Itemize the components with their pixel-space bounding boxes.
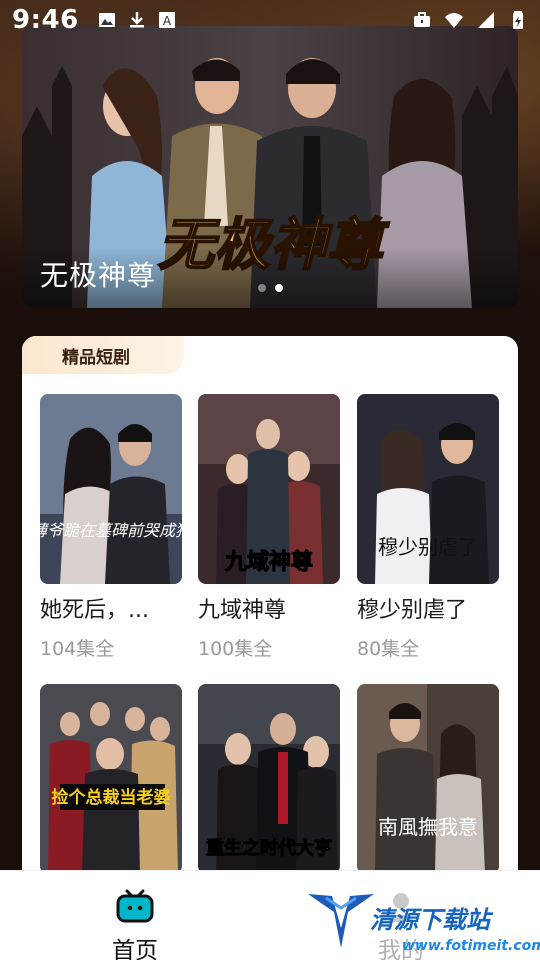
drama-title: 她死后，... [40, 598, 149, 623]
drama-title: 穆少别虐了 [357, 598, 468, 623]
banner-dot[interactable] [258, 284, 266, 292]
drama-thumbnail[interactable]: 穆少别虐了 [357, 394, 499, 584]
wifi-icon [445, 13, 463, 28]
nav-home-label: 首页 [112, 938, 158, 960]
battery-icon [513, 11, 523, 29]
briefcase-icon [414, 12, 430, 27]
drama-thumbnail[interactable]: 南風撫我意 [357, 684, 499, 874]
drama-poster-text: 穆少别虐了 [378, 535, 478, 559]
drama-thumbnail[interactable]: 九域神尊 [198, 394, 340, 584]
drama-poster-text: 南風撫我意 [378, 815, 478, 839]
drama-poster-text: 九域神尊 [224, 549, 313, 575]
drama-item[interactable]: 捡个总裁当老婆 [40, 684, 182, 874]
download-icon [129, 12, 144, 28]
drama-title: 九域神尊 [198, 598, 287, 623]
svg-text:A: A [163, 14, 172, 28]
status-time: 9:46 [12, 5, 79, 35]
nav-mine-label: 我的 [378, 938, 424, 960]
signal-icon [478, 12, 494, 28]
banner-dot-active[interactable] [275, 284, 283, 292]
status-bar: 9:46 A [0, 0, 540, 40]
nav-mine[interactable]: 我的 [364, 889, 438, 960]
drama-item[interactable]: 九域神尊 九域神尊 100集全 [198, 394, 340, 661]
drama-thumbnail[interactable]: 薄爷跪在墓碑前哭成狗 [40, 394, 182, 584]
font-icon: A [158, 12, 175, 28]
drama-item[interactable]: 重生之时代大亨 [198, 684, 340, 874]
content-card: 精品短剧 薄爷跪在墓碑前哭成狗 她死后，... 104集全 [22, 336, 518, 896]
drama-item[interactable]: 穆少别虐了 穆少别虐了 80集全 [357, 394, 499, 661]
drama-thumbnail[interactable]: 捡个总裁当老婆 [40, 684, 182, 874]
section-tab[interactable]: 精品短剧 [22, 336, 184, 374]
drama-poster-text: 薄爷跪在墓碑前哭成狗 [40, 521, 182, 540]
bottom-navigation: 首页 我的 [0, 870, 540, 960]
drama-item[interactable]: 南風撫我意 [357, 684, 499, 874]
drama-episode-count: 100集全 [198, 638, 273, 660]
section-tab-label: 精品短剧 [62, 347, 130, 368]
image-icon [98, 13, 115, 27]
tv-icon [116, 889, 154, 923]
banner-pagination [258, 284, 283, 292]
drama-poster-text: 重生之时代大亨 [206, 837, 332, 859]
user-icon [387, 893, 415, 922]
drama-thumbnail[interactable]: 重生之时代大亨 [198, 684, 340, 874]
drama-poster-text: 捡个总裁当老婆 [52, 787, 171, 808]
nav-home[interactable]: 首页 [98, 889, 172, 960]
drama-item[interactable]: 薄爷跪在墓碑前哭成狗 她死后，... 104集全 [40, 394, 182, 661]
hero-banner[interactable]: 无极神尊 无极神尊 [22, 26, 518, 308]
drama-episode-count: 80集全 [357, 638, 420, 660]
banner-caption: 无极神尊 [40, 259, 157, 292]
drama-episode-count: 104集全 [40, 638, 115, 660]
